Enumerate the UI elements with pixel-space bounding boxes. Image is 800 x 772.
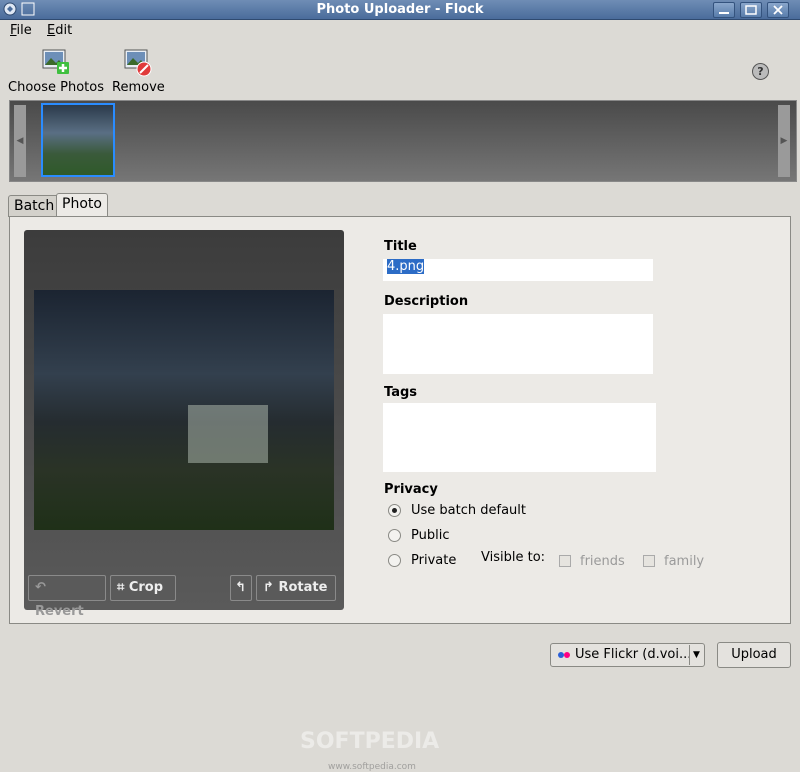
- description-label: Description: [384, 294, 469, 309]
- friends-checkbox[interactable]: [559, 555, 571, 567]
- rotate-left-button[interactable]: ↰: [230, 575, 252, 601]
- crop-button[interactable]: ⌗ Crop: [110, 575, 176, 601]
- rotate-left-icon: ↰: [235, 580, 246, 595]
- radio-batch-default[interactable]: [388, 504, 401, 517]
- tab-photo[interactable]: Photo: [56, 193, 108, 218]
- friends-label: friends: [580, 554, 625, 569]
- flickr-icon: [557, 644, 571, 674]
- minimize-button[interactable]: [713, 2, 735, 18]
- batch-default-label: Use batch default: [411, 503, 526, 518]
- choose-photos-button[interactable]: Choose Photos: [8, 48, 104, 95]
- window-title: Photo Uploader - Flock: [316, 2, 484, 17]
- watermark-brand: SOFTPEDIA: [300, 729, 440, 754]
- description-field[interactable]: [383, 314, 653, 374]
- visible-to-label: Visible to:: [481, 550, 546, 565]
- help-icon[interactable]: ?: [752, 63, 769, 80]
- scroll-right-icon[interactable]: ▶: [778, 105, 790, 177]
- photo-panel: ↶ Revert ⌗ Crop ↰ ↱ Rotate SOFTPEDIA www…: [9, 216, 791, 772]
- scroll-left-icon[interactable]: ◀: [14, 105, 26, 177]
- family-checkbox[interactable]: [643, 555, 655, 567]
- rotate-button[interactable]: ↱ Rotate: [256, 575, 336, 601]
- revert-icon: ↶: [35, 580, 46, 595]
- privacy-label: Privacy: [384, 482, 438, 497]
- thumbnail-strip: ◀ ▶: [9, 100, 797, 182]
- revert-button[interactable]: ↶ Revert: [28, 575, 106, 619]
- tags-field[interactable]: [383, 403, 656, 472]
- radio-public[interactable]: [388, 529, 401, 542]
- menu-edit[interactable]: Edit: [47, 23, 72, 38]
- crop-icon: ⌗: [117, 580, 125, 595]
- menu-file[interactable]: File: [10, 23, 32, 38]
- photo-preview: ↶ Revert ⌗ Crop ↰ ↱ Rotate: [24, 230, 344, 619]
- watermark-url: www.softpedia.com: [328, 762, 416, 772]
- tags-label: Tags: [384, 385, 418, 400]
- public-label: Public: [411, 528, 450, 543]
- menu-bar: File Edit: [0, 20, 800, 42]
- photo-thumbnail[interactable]: [41, 103, 115, 177]
- tab-batch[interactable]: Batch: [8, 195, 61, 217]
- remove-button[interactable]: Remove: [112, 48, 165, 95]
- add-photo-icon: [41, 48, 71, 78]
- maximize-button[interactable]: [740, 2, 762, 18]
- title-label: Title: [384, 239, 417, 254]
- title-bar: Photo Uploader - Flock: [0, 0, 800, 20]
- preview-image: [34, 290, 334, 530]
- rotate-right-icon: ↱: [263, 580, 274, 595]
- account-select[interactable]: Use Flickr (d.voi... ▼: [550, 643, 705, 667]
- toolbar: Choose Photos Remove: [0, 42, 800, 100]
- chevron-down-icon[interactable]: ▼: [689, 645, 703, 665]
- private-label: Private: [411, 553, 457, 568]
- family-label: family: [664, 554, 705, 569]
- close-button[interactable]: [767, 2, 789, 18]
- title-input[interactable]: 4.png: [383, 259, 653, 281]
- radio-private[interactable]: [388, 554, 401, 567]
- crop-selection[interactable]: [188, 405, 268, 463]
- upload-button[interactable]: Upload: [717, 642, 791, 668]
- remove-photo-icon: [123, 48, 153, 78]
